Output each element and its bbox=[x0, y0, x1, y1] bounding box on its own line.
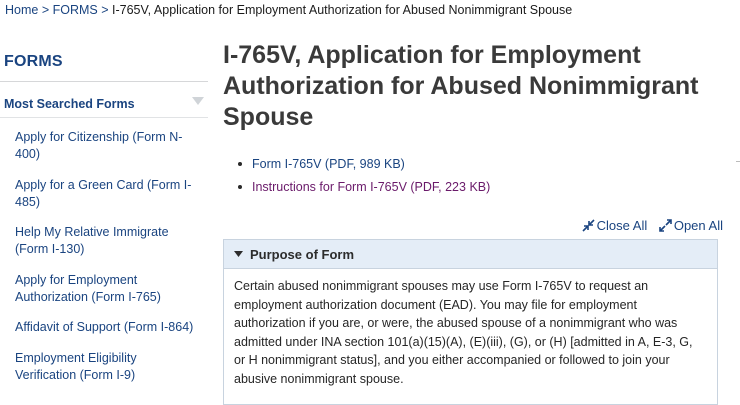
breadcrumb-home-link[interactable]: Home bbox=[5, 3, 38, 17]
sidebar-item-n400[interactable]: Apply for Citizenship (Form N-400) bbox=[15, 130, 182, 161]
sidebar-divider bbox=[0, 117, 208, 118]
sidebar-item: Employment Eligibility Verification (For… bbox=[15, 350, 195, 384]
sidebar-divider bbox=[0, 81, 208, 82]
sidebar-item: Apply for Citizenship (Form N-400) bbox=[15, 129, 195, 163]
list-item: Instructions for Form I-765V (PDF, 223 K… bbox=[238, 179, 490, 195]
breadcrumb-forms-link[interactable]: FORMS bbox=[53, 3, 98, 17]
sidebar-list: Apply for Citizenship (Form N-400) Apply… bbox=[15, 129, 195, 397]
sidebar-item-i765[interactable]: Apply for Employment Authorization (Form… bbox=[15, 273, 161, 304]
close-all-button[interactable]: Close All bbox=[582, 218, 648, 233]
scroll-edge-divider bbox=[736, 161, 740, 162]
accordion-header-purpose[interactable]: Purpose of Form bbox=[223, 239, 718, 269]
accordion-body: Certain abused nonimmigrant spouses may … bbox=[223, 269, 718, 405]
chevron-down-icon bbox=[192, 97, 204, 105]
document-links: Form I-765V (PDF, 989 KB) Instructions f… bbox=[238, 156, 490, 202]
accordion-title: Purpose of Form bbox=[250, 247, 355, 262]
collapse-arrows-icon bbox=[582, 219, 595, 232]
sidebar-item: Help My Relative Immigrate (Form I-130) bbox=[15, 224, 195, 258]
breadcrumb: Home > FORMS > I-765V, Application for E… bbox=[5, 2, 740, 18]
sidebar-item-i130[interactable]: Help My Relative Immigrate (Form I-130) bbox=[15, 225, 169, 256]
accordion-text: Certain abused nonimmigrant spouses may … bbox=[234, 279, 693, 386]
breadcrumb-separator: > bbox=[38, 3, 53, 17]
form-pdf-link[interactable]: Form I-765V (PDF, 989 KB) bbox=[252, 157, 405, 171]
bullet-icon bbox=[238, 185, 242, 189]
list-item: Form I-765V (PDF, 989 KB) bbox=[238, 156, 490, 172]
main-content: I-765V, Application for Employment Autho… bbox=[223, 40, 733, 405]
sidebar-item: Apply for Employment Authorization (Form… bbox=[15, 272, 195, 306]
sidebar-section-label: Most Searched Forms bbox=[4, 97, 135, 111]
instructions-pdf-link[interactable]: Instructions for Form I-765V (PDF, 223 K… bbox=[252, 180, 490, 194]
sidebar-section-toggle[interactable]: Most Searched Forms bbox=[4, 95, 208, 117]
page-title: I-765V, Application for Employment Autho… bbox=[223, 41, 699, 131]
caret-down-icon bbox=[234, 251, 243, 257]
breadcrumb-current: I-765V, Application for Employment Autho… bbox=[111, 3, 573, 17]
sidebar-item-i9[interactable]: Employment Eligibility Verification (For… bbox=[15, 351, 137, 382]
breadcrumb-separator: > bbox=[97, 3, 112, 17]
sidebar-item-i864[interactable]: Affidavit of Support (Form I-864) bbox=[15, 320, 193, 334]
sidebar-item: Affidavit of Support (Form I-864) bbox=[15, 319, 195, 336]
open-all-label: Open All bbox=[673, 218, 723, 233]
sidebar-title: FORMS bbox=[4, 53, 63, 70]
sidebar-item-i485[interactable]: Apply for a Green Card (Form I-485) bbox=[15, 178, 191, 209]
bullet-icon bbox=[238, 162, 242, 166]
sidebar-item: Apply for a Green Card (Form I-485) bbox=[15, 177, 195, 211]
open-all-button[interactable]: Open All bbox=[659, 218, 723, 233]
close-all-label: Close All bbox=[596, 218, 648, 233]
accordion-controls: Close All Open All bbox=[574, 218, 723, 235]
expand-arrows-icon bbox=[659, 219, 672, 232]
